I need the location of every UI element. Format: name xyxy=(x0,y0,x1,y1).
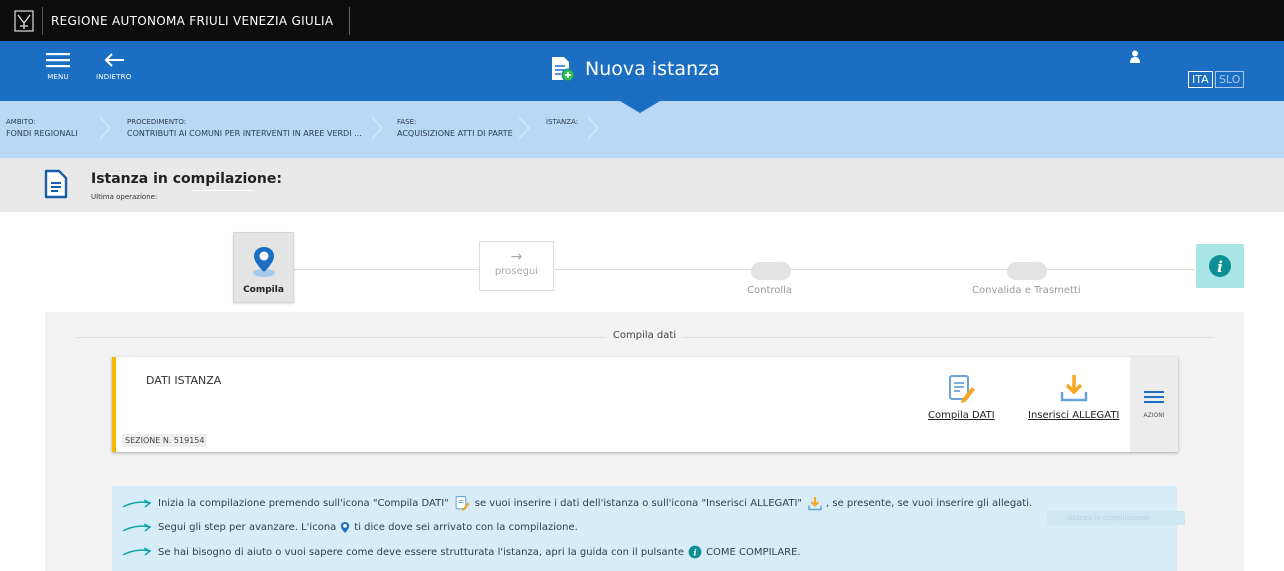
page-title: Nuova istanza xyxy=(549,55,720,83)
step-compila[interactable]: Compila xyxy=(233,232,294,303)
language-slo-button[interactable]: SLO xyxy=(1215,71,1245,88)
instance-band: Istanza in compilazione: Ultima operazio… xyxy=(0,158,1284,212)
arrow-right-icon: → xyxy=(510,249,523,265)
map-pin-icon xyxy=(252,247,275,277)
breadcrumb-key: ISTANZA: xyxy=(546,118,579,126)
breadcrumb-key: AMBITO: xyxy=(6,118,36,126)
info-icon: i xyxy=(688,545,702,559)
instance-heading: Istanza in compilazione: xyxy=(91,171,282,187)
section-card: DATI ISTANZA SEZIONE N. 519154 Compila D… xyxy=(112,357,1178,452)
faint-status: Istanza in compilazione xyxy=(1047,511,1185,525)
edit-form-icon xyxy=(455,496,470,511)
header-notch xyxy=(620,101,660,113)
help-text: se vuoi inserire i dati dell'istanza o s… xyxy=(474,498,803,509)
region-topbar: REGIONE AUTONOMA FRIULI VENEZIA GIULIA xyxy=(0,0,1284,41)
step-convalida-dot xyxy=(1007,262,1047,280)
help-line: Se hai bisogno di aiuto o vuoi sapere co… xyxy=(122,545,801,559)
instance-underline xyxy=(193,190,253,191)
map-pin-icon xyxy=(341,522,350,533)
help-text: Se hai bisogno di aiuto o vuoi sapere co… xyxy=(158,546,685,558)
chevron-right-icon xyxy=(99,116,111,140)
svg-text:i: i xyxy=(1217,258,1223,276)
help-box: Istanza in compilazione Inizia la compil… xyxy=(112,486,1185,571)
azioni-label: AZIONI xyxy=(1143,412,1165,419)
step-label: Compila xyxy=(243,285,284,295)
inserisci-allegati-label: Inserisci ALLEGATI xyxy=(1028,410,1120,421)
help-text: , se presente, se vuoi inserire gli alle… xyxy=(826,498,1033,509)
help-line: Inizia la compilazione premendo sull'ico… xyxy=(122,496,1032,511)
breadcrumb-value: CONTRIBUTI AI COMUNI PER INTERVENTI IN A… xyxy=(127,129,362,138)
download-icon xyxy=(808,497,822,511)
topbar-divider xyxy=(349,6,351,35)
document-icon xyxy=(44,169,68,199)
help-text: COME COMPILARE. xyxy=(706,546,801,558)
chevron-right-icon xyxy=(371,116,383,140)
step-controlla-dot xyxy=(751,262,791,280)
region-name: REGIONE AUTONOMA FRIULI VENEZIA GIULIA xyxy=(51,13,334,28)
step-connector xyxy=(554,269,1194,270)
breadcrumb-value: ACQUISIZIONE ATTI DI PARTE xyxy=(397,129,513,138)
language-ita-button[interactable]: ITA xyxy=(1188,71,1213,88)
user-icon[interactable] xyxy=(1129,50,1141,64)
last-operation-label: Ultima operazione: xyxy=(91,193,158,201)
back-button[interactable]: INDIETRO xyxy=(96,47,131,81)
menu-button[interactable]: MENU xyxy=(46,47,70,81)
section-title: DATI ISTANZA xyxy=(146,374,222,387)
hamburger-icon xyxy=(1144,391,1164,403)
back-label: INDIETRO xyxy=(96,73,132,81)
step-controlla-label: Controlla xyxy=(747,285,793,296)
chevron-right-icon xyxy=(587,116,599,140)
info-button[interactable]: i xyxy=(1196,244,1244,288)
inserisci-allegati-button[interactable]: Inserisci ALLEGATI xyxy=(1028,373,1119,421)
step-label: prosegui xyxy=(494,266,539,277)
edit-form-icon xyxy=(949,375,976,403)
page-title-text: Nuova istanza xyxy=(585,58,720,80)
panel-title: Compila dati xyxy=(612,330,677,341)
breadcrumb-procedimento[interactable]: PROCEDIMENTO: CONTRIBUTI AI COMUNI PER I… xyxy=(127,117,362,139)
help-text: Segui gli step per avanzare. L'icona xyxy=(158,522,337,533)
hamburger-icon xyxy=(46,47,70,73)
info-icon: i xyxy=(1209,255,1231,277)
breadcrumb-key: PROCEDIMENTO: xyxy=(127,118,187,126)
breadcrumb-key: FASE: xyxy=(397,118,417,126)
help-text: Inizia la compilazione premendo sull'ico… xyxy=(158,498,449,509)
coat-of-arms-logo xyxy=(14,9,34,32)
help-text: ti dice dove sei arrivato con la compila… xyxy=(354,522,578,533)
arrow-left-icon xyxy=(96,47,131,73)
breadcrumb-istanza[interactable]: ISTANZA: xyxy=(546,117,578,128)
help-line: Segui gli step per avanzare. L'icona ti … xyxy=(122,521,578,534)
topbar-divider xyxy=(42,6,43,35)
step-connector xyxy=(294,269,479,270)
arrow-right-icon xyxy=(122,522,152,532)
compila-dati-label: Compila DATI xyxy=(928,410,995,421)
breadcrumb-value: FONDI REGIONALI xyxy=(6,129,78,138)
chevron-right-icon xyxy=(518,116,530,140)
azioni-menu-button[interactable]: AZIONI xyxy=(1130,357,1178,452)
section-number: SEZIONE N. 519154 xyxy=(122,434,208,447)
breadcrumb-fase[interactable]: FASE: ACQUISIZIONE ATTI DI PARTE xyxy=(397,117,513,139)
download-icon xyxy=(1060,375,1087,402)
menu-label: MENU xyxy=(47,73,69,81)
new-document-icon xyxy=(552,57,575,82)
compila-dati-button[interactable]: Compila DATI xyxy=(928,375,995,421)
step-prosegui[interactable]: → prosegui xyxy=(479,241,554,291)
svg-text:i: i xyxy=(693,549,696,559)
breadcrumb-ambito[interactable]: AMBITO: FONDI REGIONALI xyxy=(6,117,78,139)
step-convalida-label: Convalida e Trasmetti xyxy=(972,285,1081,296)
arrow-right-icon xyxy=(122,498,152,508)
arrow-right-icon xyxy=(122,547,152,556)
app-header: MENU INDIETRO Nuova istanza ITA SLO xyxy=(0,41,1284,101)
